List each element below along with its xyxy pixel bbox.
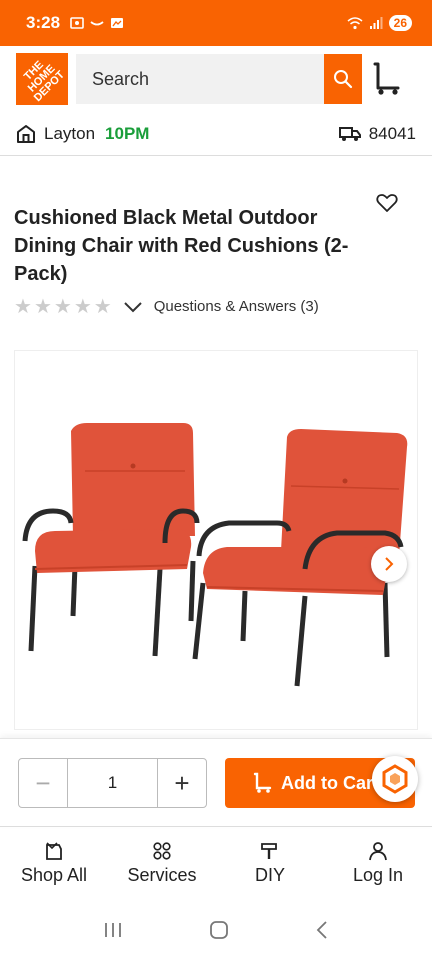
store-hours: 10PM	[105, 123, 150, 143]
rating-row: ★ ★ ★ ★ ★ Questions & Answers (3)	[14, 294, 319, 319]
nav-label: Services	[127, 865, 197, 885]
back-icon[interactable]	[315, 920, 329, 940]
quantity-value[interactable]: 1	[67, 759, 158, 807]
nav-label: DIY	[254, 865, 285, 885]
questions-answers-link[interactable]: Questions & Answers (3)	[154, 298, 319, 315]
nav-shop-all[interactable]: Shop All	[0, 827, 108, 900]
status-bar: 3:28 26	[0, 0, 432, 46]
search-bar	[76, 54, 362, 104]
hexagon-assistant-icon	[382, 764, 408, 794]
rating-stars[interactable]: ★ ★ ★ ★ ★	[14, 294, 112, 319]
nav-log-in[interactable]: Log In	[324, 827, 432, 900]
chevron-right-icon	[385, 557, 394, 571]
home-depot-logo[interactable]: THE HOME DEPOT	[16, 53, 68, 105]
search-input[interactable]	[76, 54, 324, 104]
diy-icon	[261, 843, 277, 859]
nav-label: Log In	[352, 865, 404, 885]
delivery-zip[interactable]: 84041	[338, 123, 416, 144]
star-icon: ★	[73, 296, 92, 318]
nav-label: Shop All	[20, 865, 88, 885]
cart-icon	[253, 772, 272, 793]
gallery-icon	[111, 18, 124, 28]
cart-icon[interactable]	[372, 62, 402, 96]
heart-icon[interactable]	[376, 193, 398, 213]
truck-icon	[338, 126, 361, 141]
product-image[interactable]	[14, 350, 418, 730]
bottom-nav: Shop All Services DIY Log In	[0, 826, 432, 900]
quantity-decrease-button[interactable]: −	[19, 759, 67, 807]
home-icon[interactable]	[209, 920, 229, 940]
chat-assistant-button[interactable]	[372, 756, 418, 802]
nav-diy[interactable]: DIY	[216, 827, 324, 900]
status-time: 3:28	[26, 13, 61, 32]
star-icon: ★	[14, 296, 32, 318]
quantity-stepper: − 1 +	[18, 758, 207, 808]
services-icon	[153, 842, 171, 860]
search-button[interactable]	[324, 54, 362, 104]
app-icon	[90, 21, 104, 26]
user-icon	[369, 842, 387, 861]
product-title: Cushioned Black Metal Outdoor Dining Cha…	[14, 207, 349, 285]
store-name[interactable]: Layton	[44, 124, 95, 144]
recent-apps-icon[interactable]	[103, 921, 123, 939]
store-icon	[17, 124, 35, 143]
purchase-bar: − 1 + Add to Cart	[0, 738, 432, 826]
add-to-cart-label: Add to Cart	[281, 772, 379, 793]
wifi-icon	[347, 17, 363, 30]
chevron-down-icon[interactable]	[123, 301, 142, 313]
app-header: THE HOME DEPOT	[0, 46, 432, 112]
signal-icon	[369, 17, 383, 29]
screenshot-icon	[70, 17, 84, 29]
star-icon: ★	[33, 296, 52, 318]
battery-indicator: 26	[388, 15, 412, 31]
star-icon: ★	[53, 296, 72, 318]
shop-all-icon	[46, 842, 62, 860]
next-image-button[interactable]	[371, 546, 407, 582]
star-icon: ★	[93, 296, 112, 318]
nav-services[interactable]: Services	[108, 827, 216, 900]
store-info-row: Layton 10PM 84041	[0, 112, 432, 156]
chairs-illustration	[22, 423, 408, 687]
search-icon	[334, 70, 353, 89]
quantity-increase-button[interactable]: +	[158, 759, 206, 807]
product-title-block: Cushioned Black Metal Outdoor Dining Cha…	[14, 204, 374, 288]
zip-code: 84041	[368, 123, 416, 143]
system-nav-bar	[0, 900, 432, 960]
